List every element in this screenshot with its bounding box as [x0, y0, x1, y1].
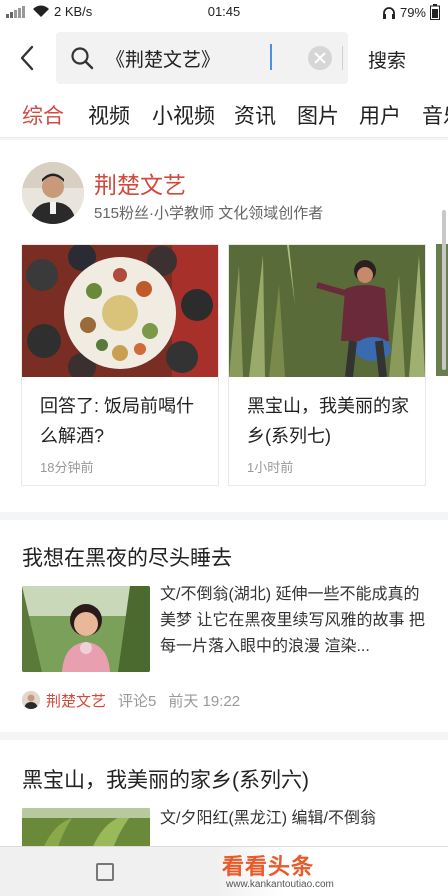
author-meta: 515粉丝·小学教师 文化领域创作者 [94, 205, 324, 222]
system-nav-bar: 看看头条 www.kankantoutiao.com [0, 846, 448, 896]
article-title[interactable]: 我想在黑夜的尽头睡去 [22, 542, 232, 572]
watermark-url: www.kankantoutiao.com [226, 879, 334, 890]
battery-icon [430, 4, 440, 20]
search-button[interactable]: 搜索 [368, 46, 406, 73]
recent-apps-icon[interactable] [96, 863, 114, 881]
item-title[interactable]: 回答了: 饭局前喝什么解酒? [40, 391, 210, 451]
article-meta: 荆楚文艺 评论5 前天 19:22 [22, 688, 240, 712]
tab-users[interactable]: 用户 [359, 100, 401, 130]
battery-percent: 79% [399, 4, 426, 20]
publish-time: 前天 19:22 [168, 692, 241, 710]
scroll-indicator [442, 210, 446, 370]
headphones-icon [382, 6, 395, 19]
source-avatar[interactable] [22, 691, 40, 709]
comment-count: 评论5 [118, 692, 157, 710]
category-tabs: 综合 视频 小视频 资讯 图片 用户 音乐 [0, 92, 448, 138]
article-thumbnail[interactable] [22, 586, 150, 672]
status-right: 79% [382, 4, 440, 20]
banquet-photo [22, 245, 218, 377]
article-excerpt: 文/不倒翁(湖北) 延伸一些不能成真的美梦 让它在黑夜里续写风雅的故事 把每一片… [160, 586, 425, 655]
search-query[interactable]: 《荆楚文艺》 [106, 45, 220, 72]
status-bar: 2 KB/s 01:45 79% [0, 0, 448, 24]
back-button[interactable] [14, 42, 42, 74]
text-cursor [270, 44, 272, 70]
tab-images[interactable]: 图片 [297, 100, 339, 130]
clock: 01:45 [207, 4, 241, 19]
watermark-logo: 看看头条 [222, 854, 315, 879]
woman-in-grass-photo [229, 245, 425, 377]
tab-all[interactable]: 综合 [22, 100, 64, 130]
article-card[interactable]: 我想在黑夜的尽头睡去 文/不倒翁(湖北) 延伸一些不能成真的美梦 让它在黑夜里续… [0, 520, 448, 732]
search-input[interactable]: 《荆楚文艺》 [56, 32, 348, 84]
author-card[interactable]: 荆楚文艺 515粉丝·小学教师 文化领域创作者 回答了: 饭局前喝什么解酒? 1… [0, 140, 448, 512]
back-arrow-icon [20, 45, 34, 71]
search-divider [342, 46, 343, 70]
article-excerpt: 文/夕阳红(黑龙江) 编辑/不倒翁 [160, 810, 376, 827]
item-time: 1小时前 [247, 460, 294, 475]
item-time: 18分钟前 [40, 460, 94, 475]
tab-music[interactable]: 音乐 [422, 100, 448, 130]
author-item-card[interactable]: 回答了: 饭局前喝什么解酒? 18分钟前 [21, 244, 219, 486]
search-icon [71, 47, 94, 70]
author-avatar[interactable] [22, 162, 84, 224]
source-name[interactable]: 荆楚文艺 [46, 690, 106, 711]
author-item-card[interactable]: 黑宝山，我美丽的家乡(系列七) 1小时前 [228, 244, 426, 486]
tab-video[interactable]: 视频 [88, 100, 130, 130]
tab-news[interactable]: 资讯 [234, 100, 276, 130]
article-title[interactable]: 黑宝山，我美丽的家乡(系列六) [22, 764, 309, 794]
item-title[interactable]: 黑宝山，我美丽的家乡(系列七) [247, 391, 417, 451]
author-name[interactable]: 荆楚文艺 [94, 166, 186, 200]
clear-icon[interactable] [308, 46, 332, 70]
tab-short-video[interactable]: 小视频 [152, 100, 215, 130]
search-header: 《荆楚文艺》 搜索 [0, 24, 448, 92]
